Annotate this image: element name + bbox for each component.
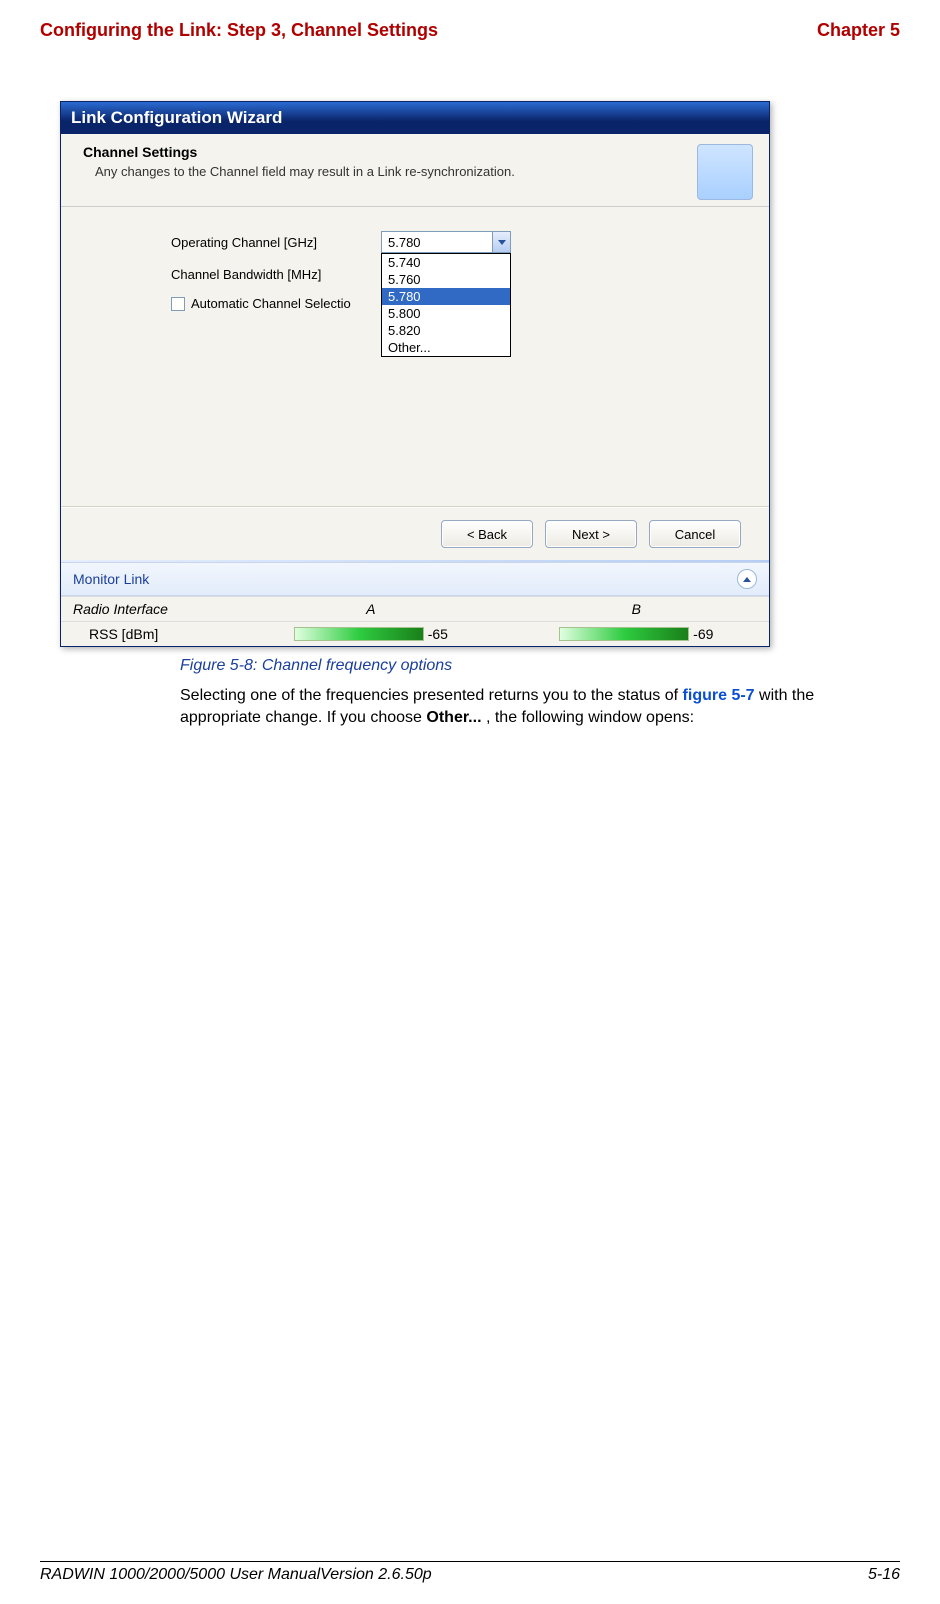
collapse-button[interactable] — [737, 569, 757, 589]
wizard-header-text: Channel Settings Any changes to the Chan… — [83, 144, 515, 179]
operating-channel-row: Operating Channel [GHz] 5.780 5.740 5.76… — [171, 231, 729, 253]
radio-interface-label: Radio Interface — [61, 597, 238, 622]
dropdown-button[interactable] — [492, 232, 510, 252]
dropdown-option[interactable]: 5.820 — [382, 322, 510, 339]
auto-channel-checkbox[interactable] — [171, 297, 185, 311]
wizard-subheading: Any changes to the Channel field may res… — [95, 164, 515, 179]
rss-b-bar — [559, 627, 689, 641]
channel-bandwidth-label: Channel Bandwidth [MHz] — [171, 267, 381, 282]
col-b-header: B — [504, 597, 769, 622]
wizard-header-band: Channel Settings Any changes to the Chan… — [61, 134, 769, 207]
auto-channel-label: Automatic Channel Selectio — [191, 296, 351, 311]
rss-a-cell: -65 — [238, 622, 503, 647]
monitor-link-header[interactable]: Monitor Link — [61, 562, 769, 596]
other-bold: Other... — [426, 709, 481, 726]
rss-b-value: -69 — [693, 626, 713, 642]
monitor-icon — [697, 144, 753, 200]
para-part1: Selecting one of the frequencies present… — [180, 687, 683, 704]
monitor-link-title: Monitor Link — [73, 571, 149, 587]
footer-left: RADWIN 1000/2000/5000 User ManualVersion… — [40, 1566, 432, 1584]
chevron-up-icon — [743, 577, 751, 582]
para-part3: , the following window opens: — [486, 709, 694, 726]
header-left: Configuring the Link: Step 3, Channel Se… — [40, 20, 438, 41]
rss-b-cell: -69 — [504, 622, 769, 647]
figure-caption: Figure 5-8: Channel frequency options — [180, 657, 940, 675]
rss-a-bar — [294, 627, 424, 641]
window-titlebar[interactable]: Link Configuration Wizard — [61, 102, 769, 134]
dropdown-option[interactable]: 5.740 — [382, 254, 510, 271]
dropdown-option-selected[interactable]: 5.780 — [382, 288, 510, 305]
operating-channel-label: Operating Channel [GHz] — [171, 235, 381, 250]
rss-label: RSS [dBm] — [61, 622, 238, 647]
col-a-header: A — [238, 597, 503, 622]
page-footer: RADWIN 1000/2000/5000 User ManualVersion… — [40, 1561, 900, 1584]
dropdown-option[interactable]: 5.800 — [382, 305, 510, 322]
rss-row: RSS [dBm] -65 -69 — [61, 622, 769, 647]
monitor-table: Radio Interface A B RSS [dBm] -65 -69 — [61, 596, 769, 646]
rss-a-value: -65 — [428, 626, 448, 642]
back-button[interactable]: < Back — [441, 520, 533, 548]
wizard-heading: Channel Settings — [83, 144, 515, 160]
header-right: Chapter 5 — [817, 20, 900, 41]
body-paragraph: Selecting one of the frequencies present… — [180, 685, 880, 728]
wizard-button-row: < Back Next > Cancel — [61, 507, 769, 560]
next-button[interactable]: Next > — [545, 520, 637, 548]
operating-channel-select[interactable]: 5.780 5.740 5.760 5.780 5.800 5.820 Othe… — [381, 231, 511, 253]
footer-right: 5-16 — [868, 1566, 900, 1584]
dropdown-option[interactable]: Other... — [382, 339, 510, 356]
wizard-body: Channel Settings Any changes to the Chan… — [61, 134, 769, 646]
page-header: Configuring the Link: Step 3, Channel Se… — [0, 0, 940, 41]
chevron-down-icon — [498, 240, 506, 245]
monitor-header-row: Radio Interface A B — [61, 597, 769, 622]
cancel-button[interactable]: Cancel — [649, 520, 741, 548]
wizard-window: Link Configuration Wizard Channel Settin… — [60, 101, 770, 647]
figure-link[interactable]: figure 5-7 — [683, 687, 755, 704]
dropdown-option[interactable]: 5.760 — [382, 271, 510, 288]
form-area: Operating Channel [GHz] 5.780 5.740 5.76… — [61, 207, 769, 507]
operating-channel-dropdown[interactable]: 5.740 5.760 5.780 5.800 5.820 Other... — [381, 253, 511, 357]
